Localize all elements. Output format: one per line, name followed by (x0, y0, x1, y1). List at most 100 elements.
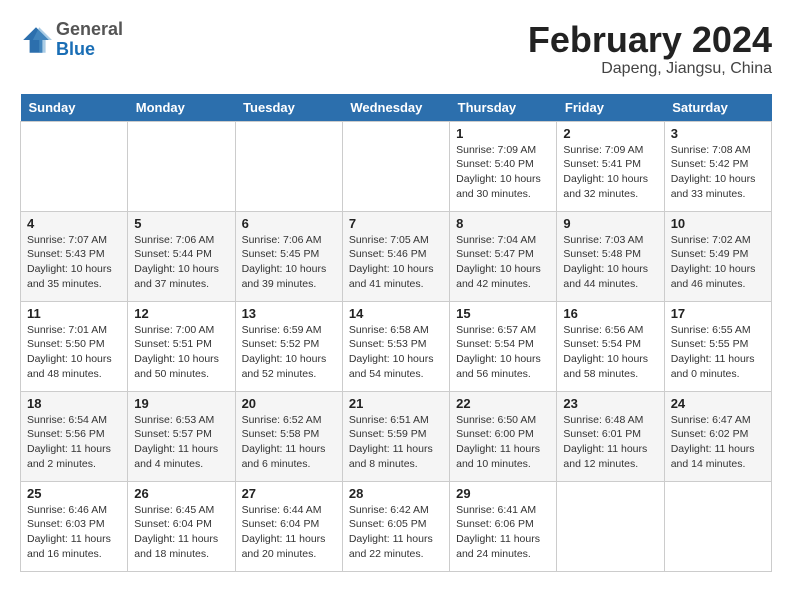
calendar-cell: 24Sunrise: 6:47 AM Sunset: 6:02 PM Dayli… (664, 391, 771, 481)
day-number: 25 (27, 486, 121, 501)
calendar-cell: 2Sunrise: 7:09 AM Sunset: 5:41 PM Daylig… (557, 121, 664, 211)
day-info: Sunrise: 6:46 AM Sunset: 6:03 PM Dayligh… (27, 503, 121, 562)
day-number: 16 (563, 306, 657, 321)
weekday-header: Saturday (664, 94, 771, 122)
calendar-cell: 12 Sunrise: 7:00 AM Sunset: 5:51 PM Dayli… (128, 301, 235, 391)
day-number: 18 (27, 396, 121, 411)
day-info: Sunrise: 6:53 AM Sunset: 5:57 PM Dayligh… (134, 413, 228, 472)
day-number: 23 (563, 396, 657, 411)
calendar-cell: 23 Sunrise: 6:48 AM Sunset: 6:01 PM Dayli… (557, 391, 664, 481)
calendar-cell: 28Sunrise: 6:42 AM Sunset: 6:05 PM Dayli… (342, 481, 449, 571)
calendar-week-row: 25 Sunrise: 6:46 AM Sunset: 6:03 PM Dayli… (21, 481, 772, 571)
page-header: General Blue February 2024 Dapeng, Jiang… (20, 20, 772, 78)
calendar-cell: 19 Sunrise: 6:53 AM Sunset: 5:57 PM Dayli… (128, 391, 235, 481)
day-info: Sunrise: 7:04 AM Sunset: 5:47 PM Dayligh… (456, 233, 550, 292)
day-number: 6 (242, 216, 336, 231)
day-number: 15 (456, 306, 550, 321)
calendar-cell (557, 481, 664, 571)
day-number: 4 (27, 216, 121, 231)
day-number: 27 (242, 486, 336, 501)
calendar-cell: 3 Sunrise: 7:08 AM Sunset: 5:42 PM Daylig… (664, 121, 771, 211)
weekday-header-row: SundayMondayTuesdayWednesdayThursdayFrid… (21, 94, 772, 122)
calendar-cell: 6Sunrise: 7:06 AM Sunset: 5:45 PM Daylig… (235, 211, 342, 301)
weekday-header: Thursday (450, 94, 557, 122)
day-number: 28 (349, 486, 443, 501)
month-title: February 2024 (528, 20, 772, 60)
day-number: 17 (671, 306, 765, 321)
calendar-cell (342, 121, 449, 211)
day-number: 14 (349, 306, 443, 321)
day-number: 12 (134, 306, 228, 321)
calendar-cell: 13 Sunrise: 6:59 AM Sunset: 5:52 PM Dayli… (235, 301, 342, 391)
day-number: 5 (134, 216, 228, 231)
calendar-cell: 26 Sunrise: 6:45 AM Sunset: 6:04 PM Dayli… (128, 481, 235, 571)
day-number: 22 (456, 396, 550, 411)
day-info: Sunrise: 7:09 AM Sunset: 5:41 PM Dayligh… (563, 143, 657, 202)
weekday-header: Friday (557, 94, 664, 122)
day-number: 3 (671, 126, 765, 141)
calendar-cell: 16 Sunrise: 6:56 AM Sunset: 5:54 PM Dayli… (557, 301, 664, 391)
day-info: Sunrise: 7:09 AM Sunset: 5:40 PM Dayligh… (456, 143, 550, 202)
day-info: Sunrise: 6:50 AM Sunset: 6:00 PM Dayligh… (456, 413, 550, 472)
day-info: Sunrise: 6:51 AM Sunset: 5:59 PM Dayligh… (349, 413, 443, 472)
day-info: Sunrise: 6:45 AM Sunset: 6:04 PM Dayligh… (134, 503, 228, 562)
calendar-cell: 29 Sunrise: 6:41 AM Sunset: 6:06 PM Dayli… (450, 481, 557, 571)
logo-text: General Blue (56, 20, 123, 60)
weekday-header: Tuesday (235, 94, 342, 122)
weekday-header: Monday (128, 94, 235, 122)
day-info: Sunrise: 6:44 AM Sunset: 6:04 PM Dayligh… (242, 503, 336, 562)
calendar-cell: 22 Sunrise: 6:50 AM Sunset: 6:00 PM Dayli… (450, 391, 557, 481)
day-info: Sunrise: 6:57 AM Sunset: 5:54 PM Dayligh… (456, 323, 550, 382)
calendar-week-row: 4 Sunrise: 7:07 AM Sunset: 5:43 PM Daylig… (21, 211, 772, 301)
calendar-cell: 11Sunrise: 7:01 AM Sunset: 5:50 PM Dayli… (21, 301, 128, 391)
calendar-cell: 21 Sunrise: 6:51 AM Sunset: 5:59 PM Dayli… (342, 391, 449, 481)
day-info: Sunrise: 7:07 AM Sunset: 5:43 PM Dayligh… (27, 233, 121, 292)
calendar-cell: 25 Sunrise: 6:46 AM Sunset: 6:03 PM Dayli… (21, 481, 128, 571)
calendar-cell: 15 Sunrise: 6:57 AM Sunset: 5:54 PM Dayli… (450, 301, 557, 391)
calendar-week-row: 11Sunrise: 7:01 AM Sunset: 5:50 PM Dayli… (21, 301, 772, 391)
day-number: 10 (671, 216, 765, 231)
day-number: 29 (456, 486, 550, 501)
day-number: 20 (242, 396, 336, 411)
day-info: Sunrise: 6:48 AM Sunset: 6:01 PM Dayligh… (563, 413, 657, 472)
calendar-cell: 9 Sunrise: 7:03 AM Sunset: 5:48 PM Daylig… (557, 211, 664, 301)
day-info: Sunrise: 7:02 AM Sunset: 5:49 PM Dayligh… (671, 233, 765, 292)
calendar-cell (21, 121, 128, 211)
day-info: Sunrise: 7:03 AM Sunset: 5:48 PM Dayligh… (563, 233, 657, 292)
calendar-cell: 17 Sunrise: 6:55 AM Sunset: 5:55 PM Dayli… (664, 301, 771, 391)
calendar-table: SundayMondayTuesdayWednesdayThursdayFrid… (20, 94, 772, 572)
day-info: Sunrise: 6:52 AM Sunset: 5:58 PM Dayligh… (242, 413, 336, 472)
day-info: Sunrise: 7:00 AM Sunset: 5:51 PM Dayligh… (134, 323, 228, 382)
logo-icon (20, 24, 52, 56)
calendar-week-row: 1 Sunrise: 7:09 AM Sunset: 5:40 PM Daylig… (21, 121, 772, 211)
day-number: 1 (456, 126, 550, 141)
weekday-header: Wednesday (342, 94, 449, 122)
calendar-cell: 1 Sunrise: 7:09 AM Sunset: 5:40 PM Daylig… (450, 121, 557, 211)
calendar-week-row: 18Sunrise: 6:54 AM Sunset: 5:56 PM Dayli… (21, 391, 772, 481)
day-info: Sunrise: 6:59 AM Sunset: 5:52 PM Dayligh… (242, 323, 336, 382)
day-number: 13 (242, 306, 336, 321)
calendar-cell: 27 Sunrise: 6:44 AM Sunset: 6:04 PM Dayli… (235, 481, 342, 571)
day-info: Sunrise: 6:55 AM Sunset: 5:55 PM Dayligh… (671, 323, 765, 382)
day-info: Sunrise: 6:56 AM Sunset: 5:54 PM Dayligh… (563, 323, 657, 382)
day-number: 7 (349, 216, 443, 231)
day-number: 9 (563, 216, 657, 231)
day-info: Sunrise: 7:06 AM Sunset: 5:44 PM Dayligh… (134, 233, 228, 292)
calendar-cell: 8Sunrise: 7:04 AM Sunset: 5:47 PM Daylig… (450, 211, 557, 301)
day-number: 24 (671, 396, 765, 411)
calendar-cell: 14 Sunrise: 6:58 AM Sunset: 5:53 PM Dayli… (342, 301, 449, 391)
location-title: Dapeng, Jiangsu, China (528, 60, 772, 78)
day-number: 11 (27, 306, 121, 321)
day-number: 19 (134, 396, 228, 411)
logo: General Blue (20, 20, 123, 60)
calendar-cell (235, 121, 342, 211)
weekday-header: Sunday (21, 94, 128, 122)
day-info: Sunrise: 7:08 AM Sunset: 5:42 PM Dayligh… (671, 143, 765, 202)
calendar-cell: 10 Sunrise: 7:02 AM Sunset: 5:49 PM Dayli… (664, 211, 771, 301)
calendar-cell: 18Sunrise: 6:54 AM Sunset: 5:56 PM Dayli… (21, 391, 128, 481)
day-info: Sunrise: 6:58 AM Sunset: 5:53 PM Dayligh… (349, 323, 443, 382)
day-number: 21 (349, 396, 443, 411)
day-number: 26 (134, 486, 228, 501)
calendar-cell: 4 Sunrise: 7:07 AM Sunset: 5:43 PM Daylig… (21, 211, 128, 301)
day-info: Sunrise: 6:41 AM Sunset: 6:06 PM Dayligh… (456, 503, 550, 562)
